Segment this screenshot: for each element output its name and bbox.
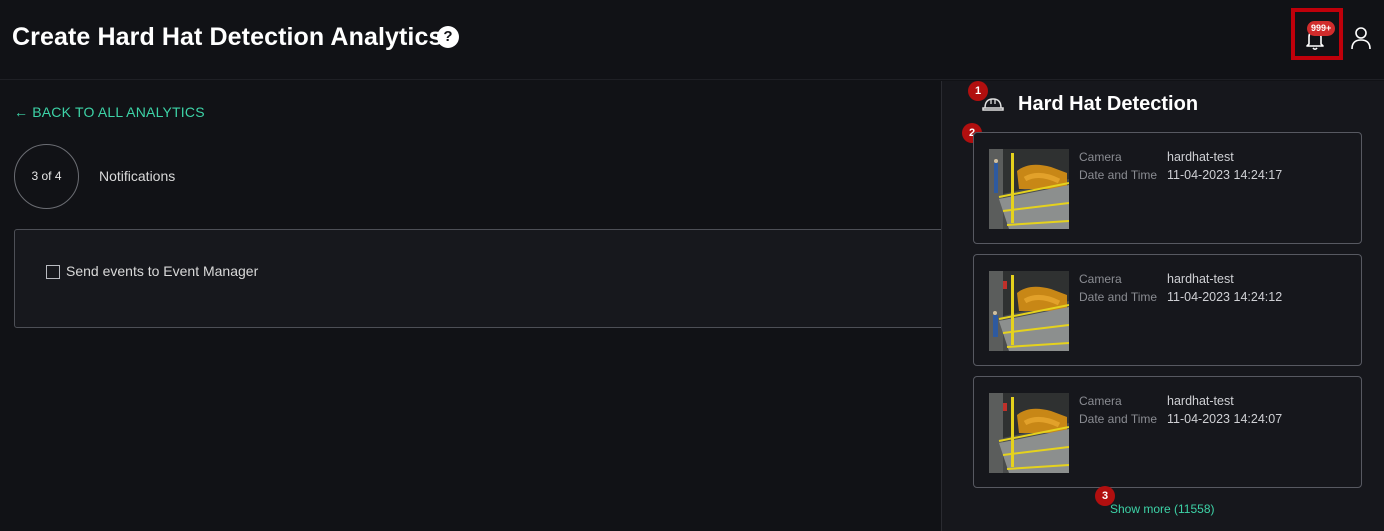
send-events-label[interactable]: Send events to Event Manager	[66, 263, 258, 279]
notification-count-badge: 999+	[1307, 21, 1336, 36]
send-events-checkbox[interactable]	[46, 265, 60, 279]
camera-label: Camera	[1079, 394, 1122, 408]
camera-value: hardhat-test	[1167, 150, 1234, 164]
user-icon[interactable]	[1350, 26, 1372, 50]
top-header: Create Hard Hat Detection Analytics ? 99…	[0, 0, 1384, 80]
datetime-label: Date and Time	[1079, 168, 1158, 182]
event-card[interactable]: Camera hardhat-test Date and Time 11-04-…	[973, 132, 1362, 244]
event-thumbnail[interactable]	[989, 149, 1069, 229]
arrow-left-icon: ←	[14, 104, 29, 120]
event-card[interactable]: Camera hardhat-test Date and Time 11-04-…	[973, 376, 1362, 488]
events-drawer: 1 Hard Hat Detection 2 Camera hardhat-te…	[941, 81, 1384, 531]
hard-hat-icon	[982, 98, 1004, 111]
datetime-value: 11-04-2023 14:24:07	[1167, 412, 1283, 426]
page-title: Create Hard Hat Detection Analytics	[12, 23, 443, 51]
camera-label: Camera	[1079, 272, 1122, 286]
step-label: Notifications	[99, 168, 176, 184]
back-link-label: BACK TO ALL ANALYTICS	[32, 104, 205, 120]
datetime-value: 11-04-2023 14:24:17	[1167, 168, 1283, 182]
notifications-panel: Send events to Event Manager	[14, 229, 954, 328]
event-card[interactable]: Camera hardhat-test Date and Time 11-04-…	[973, 254, 1362, 366]
datetime-value: 11-04-2023 14:24:12	[1167, 290, 1283, 304]
event-thumbnail[interactable]	[989, 393, 1069, 473]
camera-label: Camera	[1079, 150, 1122, 164]
event-thumbnail[interactable]	[989, 271, 1069, 351]
datetime-label: Date and Time	[1079, 290, 1158, 304]
camera-value: hardhat-test	[1167, 394, 1234, 408]
drawer-title: Hard Hat Detection	[1018, 93, 1199, 115]
show-more-link[interactable]: Show more (11558)	[1110, 502, 1215, 516]
step-indicator: 3 of 4	[14, 144, 79, 209]
help-icon[interactable]: ?	[437, 26, 459, 48]
back-to-analytics-link[interactable]: ← BACK TO ALL ANALYTICS	[14, 104, 205, 120]
datetime-label: Date and Time	[1079, 412, 1158, 426]
camera-value: hardhat-test	[1167, 272, 1234, 286]
